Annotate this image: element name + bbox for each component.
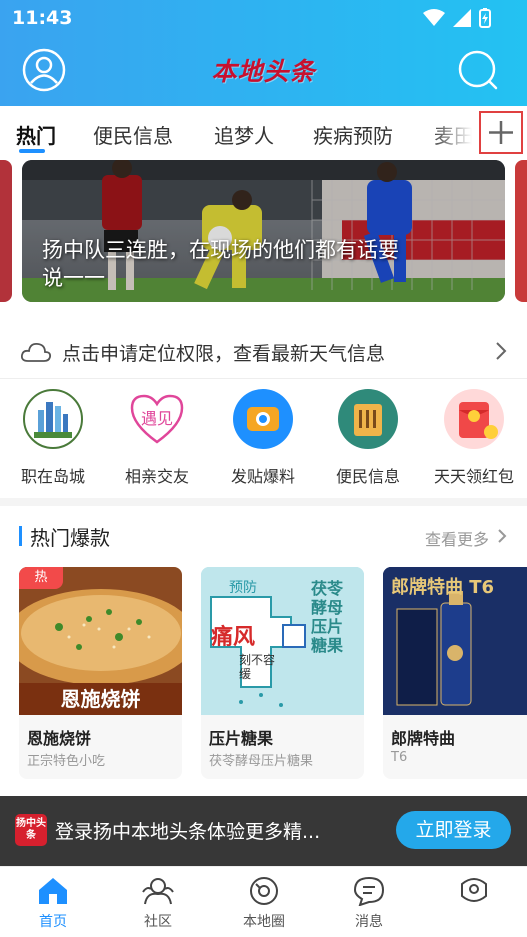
- nav-label: 消息: [355, 914, 383, 930]
- banner-carousel[interactable]: 扬中队三连胜，在现场的他们都有话要说一一: [0, 160, 527, 310]
- product-image: 郎牌特曲 T6: [383, 567, 527, 715]
- app-header: 11:43 本地头条: [0, 0, 527, 106]
- heart-icon: 遇见: [130, 394, 184, 444]
- banner-next-card[interactable]: [515, 160, 527, 302]
- login-prompt-text: 登录扬中本地头条体验更多精...: [55, 821, 321, 843]
- hot-section-header: 热门爆款 查看更多: [0, 516, 527, 556]
- red-packet-icon: [444, 389, 504, 449]
- nav-home[interactable]: 首页: [8, 867, 98, 937]
- shortcut-grid: 职在岛城 遇见 相亲交友 发贴爆料 便民信息 天天领红包: [0, 388, 527, 488]
- shortcut-label: 便民信息: [335, 467, 400, 486]
- shortcut-dating[interactable]: 遇见 相亲交友: [107, 388, 207, 487]
- status-time: 11:43: [12, 7, 73, 29]
- product-name: 恩施烧饼: [27, 729, 92, 748]
- community-icon: [142, 878, 174, 905]
- nav-local-circle[interactable]: 本地圈: [219, 867, 309, 937]
- banner-slide[interactable]: 扬中队三连胜，在现场的他们都有话要说一一: [22, 160, 505, 302]
- local-circle-icon: [250, 877, 278, 905]
- tab-convenience-info[interactable]: 便民信息: [93, 120, 173, 149]
- message-icon: [353, 876, 385, 907]
- app-badge-logo: 扬中头条: [15, 814, 47, 846]
- tab-dream-chaser[interactable]: 追梦人: [214, 120, 274, 149]
- weather-text: 点击申请定位权限，查看最新天气信息: [62, 343, 386, 365]
- section-accent-bar: [19, 526, 22, 546]
- shortcut-post-news[interactable]: 发贴爆料: [213, 388, 313, 487]
- info-board-icon: [338, 389, 398, 449]
- see-more-link[interactable]: 查看更多: [425, 526, 489, 550]
- battery-icon: [479, 8, 491, 28]
- status-icons: [423, 8, 491, 28]
- product-card[interactable]: 恩施烧饼 热 恩施烧饼 正宗特色小吃: [19, 567, 182, 779]
- tab-disease-prevention[interactable]: 疾病预防: [313, 120, 393, 149]
- chevron-right-icon: [498, 529, 507, 543]
- search-button[interactable]: [456, 48, 500, 92]
- profile-icon: [461, 878, 487, 902]
- product-name: 压片糖果: [209, 729, 274, 748]
- tab-active-indicator: [19, 149, 45, 153]
- login-button[interactable]: 立即登录: [396, 811, 511, 849]
- shortcut-label: 职在岛城: [20, 467, 85, 486]
- banner-prev-card[interactable]: [0, 160, 12, 302]
- product-name: 郎牌特曲: [391, 729, 456, 748]
- signal-icon: [453, 9, 471, 27]
- section-divider: [0, 498, 527, 506]
- product-card[interactable]: 预防 痛风 刻不容缓 茯苓酵母压片糖果 压片糖果 茯苓酵母压片糖果: [201, 567, 364, 779]
- shortcut-jobs[interactable]: 职在岛城: [3, 388, 103, 487]
- status-bar: 11:43: [0, 0, 527, 36]
- nav-profile[interactable]: [429, 867, 519, 937]
- home-icon: [39, 878, 67, 904]
- product-image-caption: 恩施烧饼: [60, 687, 141, 711]
- camera-icon: [233, 389, 293, 449]
- shortcut-label: 相亲交友: [124, 467, 189, 486]
- product-image: 预防 痛风 刻不容缓 茯苓酵母压片糖果: [201, 567, 364, 715]
- product-desc: 茯苓酵母压片糖果: [209, 754, 314, 769]
- image-text-urgent: 刻不容缓: [239, 653, 276, 681]
- plus-icon: [489, 121, 513, 144]
- hot-badge: 热: [19, 567, 63, 589]
- svg-text:遇见: 遇见: [141, 409, 173, 428]
- bottom-navigation: 首页 社区 本地圈 消息: [0, 866, 527, 937]
- nav-label: 社区: [144, 914, 172, 930]
- section-title: 热门爆款: [30, 526, 110, 550]
- image-text-gout: 痛风: [211, 625, 256, 650]
- nav-messages[interactable]: 消息: [324, 867, 414, 937]
- nav-label: 首页: [39, 914, 67, 930]
- category-tabs: 热门 便民信息 追梦人 疾病预防 麦田: [0, 106, 527, 160]
- banner-title: 扬中队三连胜，在现场的他们都有话要说一一: [42, 238, 399, 290]
- app-logo: 本地头条: [211, 57, 316, 86]
- add-channel-button[interactable]: [479, 111, 523, 154]
- image-text-product: 茯苓酵母压片糖果: [311, 579, 344, 655]
- product-desc: 正宗特色小吃: [27, 754, 106, 769]
- search-icon: [458, 50, 498, 90]
- wifi-icon: [423, 9, 445, 26]
- login-prompt-bar: 扬中头条 登录扬中本地头条体验更多精... 立即登录: [0, 796, 527, 866]
- cloud-icon: [20, 342, 52, 362]
- shortcut-label: 天天领红包: [433, 467, 514, 486]
- shortcut-label: 发贴爆料: [230, 467, 295, 486]
- shortcut-convenience[interactable]: 便民信息: [318, 388, 418, 487]
- chevron-right-icon: [496, 342, 507, 360]
- nav-label: 本地圈: [243, 914, 285, 930]
- product-desc: T6: [391, 750, 408, 765]
- image-text-prevent: 预防: [229, 580, 257, 596]
- shortcut-red-packet[interactable]: 天天领红包: [424, 388, 524, 487]
- city-skyline-icon: [23, 389, 83, 449]
- nav-community[interactable]: 社区: [113, 867, 203, 937]
- image-text-brand: 郎牌特曲 T6: [391, 577, 495, 598]
- product-card[interactable]: 郎牌特曲 T6 郎牌特曲 T6: [383, 567, 527, 779]
- weather-prompt[interactable]: 点击申请定位权限，查看最新天气信息: [0, 323, 527, 379]
- tab-hot[interactable]: 热门: [16, 120, 56, 149]
- product-image: 恩施烧饼 热: [19, 567, 182, 715]
